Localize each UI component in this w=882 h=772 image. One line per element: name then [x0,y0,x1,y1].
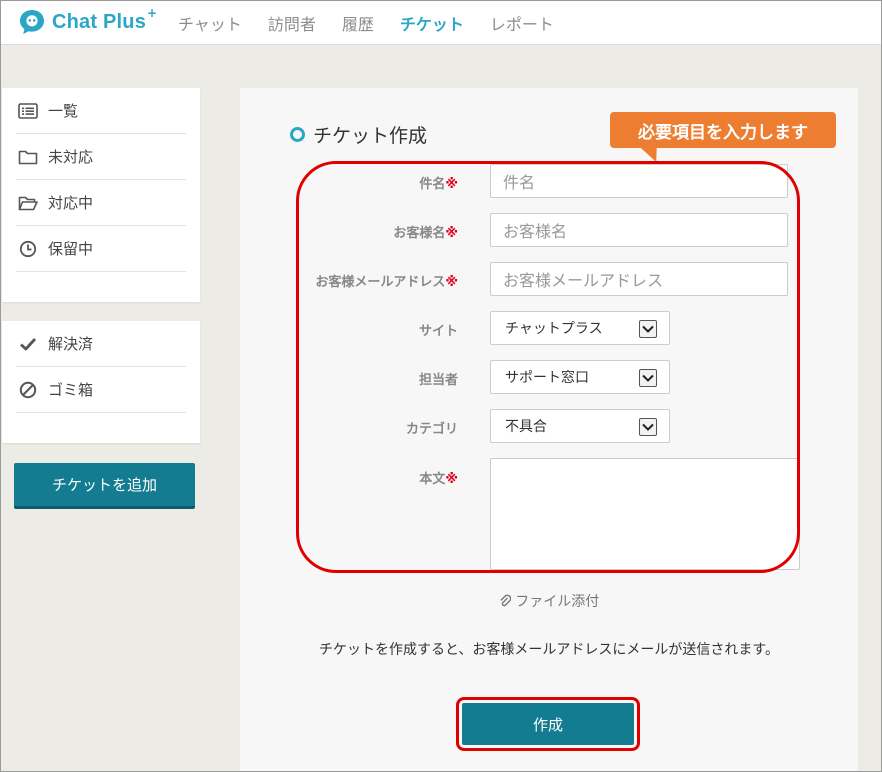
sidebar-item-list[interactable]: 一覧 [16,88,186,134]
sidebar-item-on-hold[interactable]: 保留中 [16,226,186,272]
sidebar-item-in-progress[interactable]: 対応中 [16,180,186,226]
brand-plus: + [147,6,158,20]
folder-open-icon [18,194,38,212]
attach-file-link[interactable]: ファイル添付 [240,591,858,611]
email-notice-text: チケットを作成すると、お客様メールアドレスにメールが送信されます。 [318,642,780,658]
sidebar-item-resolved[interactable]: 解決済 [16,321,186,367]
required-fields-highlight [296,161,800,573]
sidebar-item-label: 対応中 [48,194,94,212]
submit-highlight: 作成 [456,697,640,751]
top-navbar: Chat Plus + チャット 訪問者 履歴 チケット レポート [0,0,882,45]
ticket-create-panel: チケット作成 必要項目を入力します 件名※ 件名 お客様名※ お客様名 お客様メ… [240,88,858,772]
sidebar-item-label: ゴミ箱 [48,381,94,399]
sidebar-item-label: 保留中 [48,240,94,258]
nav-chat[interactable]: チャット [178,11,242,35]
page-title-text: チケット作成 [313,125,428,147]
ban-icon [18,381,38,399]
sidebar-item-unhandled[interactable]: 未対応 [16,134,186,180]
sidebar-item-label: 解決済 [48,335,94,353]
nav-reports[interactable]: レポート [490,11,554,35]
nav-history[interactable]: 履歴 [342,11,374,35]
folder-icon [18,148,38,166]
nav-visitors[interactable]: 訪問者 [268,11,316,35]
nav-tickets[interactable]: チケット [400,11,464,35]
sidebar-status-group: 一覧 未対応 対応中 保留中 [2,88,200,302]
main-nav: チャット 訪問者 履歴 チケット レポート [178,0,580,45]
list-icon [18,102,38,120]
attach-file-label: ファイル添付 [515,594,600,610]
chatplus-logo[interactable]: Chat Plus + [18,6,158,37]
check-icon [18,335,38,353]
brand-name: Chat Plus [52,10,147,33]
paperclip-icon [500,594,512,607]
callout-tail [638,146,666,162]
sidebar-archive-group: 解決済 ゴミ箱 [2,321,200,443]
callout-annotation: 必要項目を入力します [610,112,836,148]
circle-icon [290,127,305,142]
chat-bubble-logo-icon [20,10,44,34]
sidebar-item-label: 一覧 [48,102,79,120]
sidebar-item-trash[interactable]: ゴミ箱 [16,367,186,413]
create-button[interactable]: 作成 [462,703,634,745]
clock-icon [18,240,38,258]
add-ticket-button[interactable]: チケットを追加 [14,463,195,509]
page-title: チケット作成 [290,121,427,148]
sidebar-item-label: 未対応 [48,148,94,166]
